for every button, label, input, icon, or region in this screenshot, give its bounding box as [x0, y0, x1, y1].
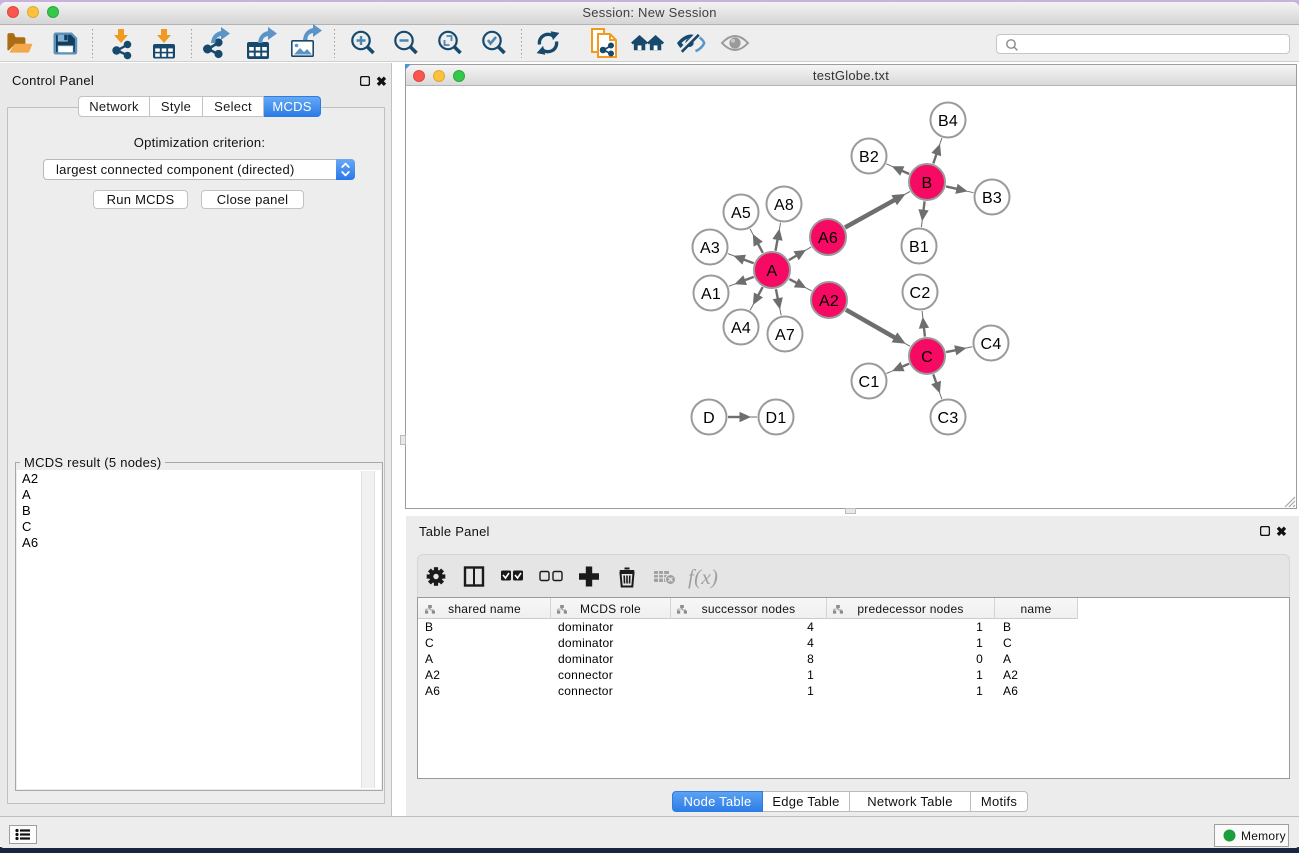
svg-text:B3: B3 — [982, 190, 1002, 207]
svg-text:B2: B2 — [859, 149, 879, 166]
svg-text:A8: A8 — [774, 197, 794, 214]
svg-text:C3: C3 — [938, 410, 959, 427]
svg-text:A5: A5 — [731, 205, 751, 222]
svg-text:A7: A7 — [775, 327, 795, 344]
svg-text:A: A — [767, 263, 778, 280]
svg-text:C2: C2 — [910, 285, 931, 302]
svg-text:C: C — [921, 349, 933, 366]
svg-text:D: D — [703, 410, 715, 427]
svg-text:C4: C4 — [981, 336, 1002, 353]
svg-text:A6: A6 — [818, 230, 838, 247]
svg-text:A4: A4 — [731, 320, 751, 337]
svg-text:B1: B1 — [909, 239, 929, 256]
svg-text:f(x): f(x) — [688, 565, 718, 589]
svg-text:C1: C1 — [859, 374, 880, 391]
svg-text:A3: A3 — [700, 240, 720, 257]
svg-text:D1: D1 — [766, 410, 787, 427]
svg-text:A2: A2 — [819, 293, 839, 310]
svg-text:B4: B4 — [938, 113, 958, 130]
svg-text:B: B — [922, 175, 933, 192]
svg-text:A1: A1 — [701, 286, 721, 303]
